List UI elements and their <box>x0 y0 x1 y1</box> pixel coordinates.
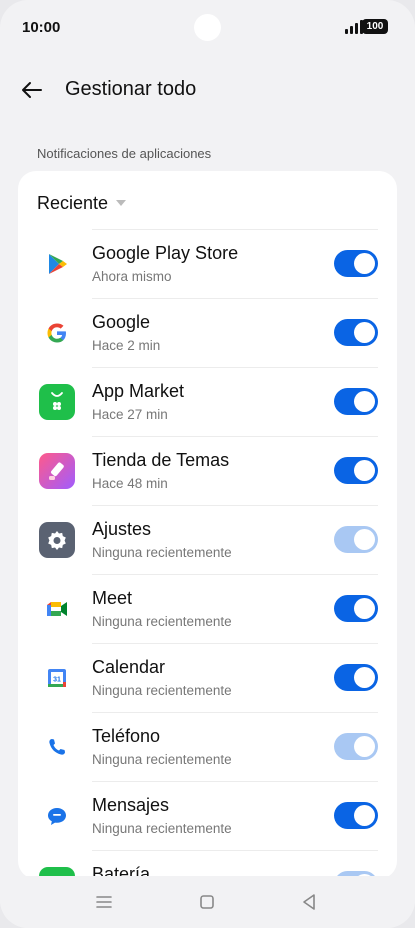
toggle-knob <box>354 322 375 343</box>
toggle-knob <box>354 253 375 274</box>
status-bar: 10:00 100 <box>0 0 415 56</box>
back-arrow-icon[interactable] <box>20 78 44 102</box>
app-notifications-card: Reciente Google Play Store Ahora mismo G… <box>18 171 397 879</box>
back-triangle-icon[interactable] <box>297 890 321 914</box>
menu-icon[interactable] <box>92 890 116 914</box>
app-last-notification: Ninguna recientemente <box>92 752 232 767</box>
phone-screen: 10:00 100 Gestionar todo Notificaciones … <box>0 0 415 928</box>
app-market-icon <box>39 384 75 420</box>
divider <box>92 367 378 368</box>
divider <box>92 781 378 782</box>
app-row[interactable]: Mensajes Ninguna recientemente <box>18 781 397 850</box>
signal-icon <box>345 20 363 34</box>
google-play-icon <box>39 246 75 282</box>
app-row[interactable]: Teléfono Ninguna recientemente <box>18 712 397 781</box>
status-time: 10:00 <box>22 19 61 36</box>
divider <box>92 505 378 506</box>
notification-toggle[interactable] <box>334 388 378 415</box>
divider <box>92 712 378 713</box>
app-row[interactable]: Batería <box>18 850 397 879</box>
app-row[interactable]: Google Play Store Ahora mismo <box>18 229 397 298</box>
app-last-notification: Ninguna recientemente <box>92 683 232 698</box>
app-last-notification: Hace 48 min <box>92 476 168 491</box>
svg-text:31: 31 <box>53 677 61 684</box>
toggle-knob <box>354 529 375 550</box>
toggle-knob <box>354 805 375 826</box>
phone-icon <box>39 729 75 765</box>
app-last-notification: Hace 2 min <box>92 338 161 353</box>
app-last-notification: Ninguna recientemente <box>92 545 232 560</box>
app-name: App Market <box>92 381 185 401</box>
meet-icon <box>39 591 75 627</box>
sort-label: Reciente <box>37 192 109 213</box>
app-name: Google <box>92 312 151 332</box>
toggle-knob <box>354 736 375 757</box>
toggle-knob <box>354 391 375 412</box>
divider <box>92 436 378 437</box>
calendar-icon: 31 <box>39 660 75 696</box>
divider <box>92 229 378 230</box>
section-label: Notificaciones de aplicaciones <box>37 146 212 161</box>
app-name: Mensajes <box>92 795 170 815</box>
notification-toggle[interactable] <box>334 733 378 760</box>
navigation-bar <box>0 876 415 928</box>
notification-toggle[interactable] <box>334 595 378 622</box>
divider <box>92 850 378 851</box>
toggle-knob <box>354 460 375 481</box>
notification-toggle[interactable] <box>334 802 378 829</box>
notification-toggle[interactable] <box>334 526 378 553</box>
divider <box>92 574 378 575</box>
app-row[interactable]: Ajustes Ninguna recientemente <box>18 505 397 574</box>
app-row[interactable]: App Market Hace 27 min <box>18 367 397 436</box>
toggle-knob <box>354 667 375 688</box>
google-icon <box>39 315 75 351</box>
page-header: Gestionar todo <box>0 70 415 110</box>
theme-store-icon <box>39 453 75 489</box>
app-name: Calendar <box>92 657 166 677</box>
app-name: Meet <box>92 588 133 608</box>
app-row[interactable]: 31 Calendar Ninguna recientemente <box>18 643 397 712</box>
app-last-notification: Ninguna recientemente <box>92 614 232 629</box>
app-last-notification: Ninguna recientemente <box>92 821 232 836</box>
front-camera-cutout <box>194 14 221 41</box>
divider <box>92 643 378 644</box>
app-last-notification: Ahora mismo <box>92 269 172 284</box>
home-icon[interactable] <box>195 890 219 914</box>
notification-toggle[interactable] <box>334 664 378 691</box>
app-row[interactable]: Tienda de Temas Hace 48 min <box>18 436 397 505</box>
app-name: Teléfono <box>92 726 161 746</box>
divider <box>92 298 378 299</box>
app-row[interactable]: Google Hace 2 min <box>18 298 397 367</box>
toggle-knob <box>354 598 375 619</box>
notification-toggle[interactable] <box>334 457 378 484</box>
app-last-notification: Hace 27 min <box>92 407 168 422</box>
app-row[interactable]: Meet Ninguna recientemente <box>18 574 397 643</box>
app-name: Ajustes <box>92 519 152 539</box>
app-name: Tienda de Temas <box>92 450 230 470</box>
sort-dropdown[interactable]: Reciente <box>37 191 127 215</box>
messages-icon <box>39 798 75 834</box>
notification-toggle[interactable] <box>334 250 378 277</box>
app-name: Google Play Store <box>92 243 239 263</box>
page-title: Gestionar todo <box>65 78 197 100</box>
settings-gear-icon <box>39 522 75 558</box>
notification-toggle[interactable] <box>334 319 378 346</box>
dropdown-caret-icon <box>116 200 127 206</box>
battery-icon: 100 <box>362 19 388 34</box>
